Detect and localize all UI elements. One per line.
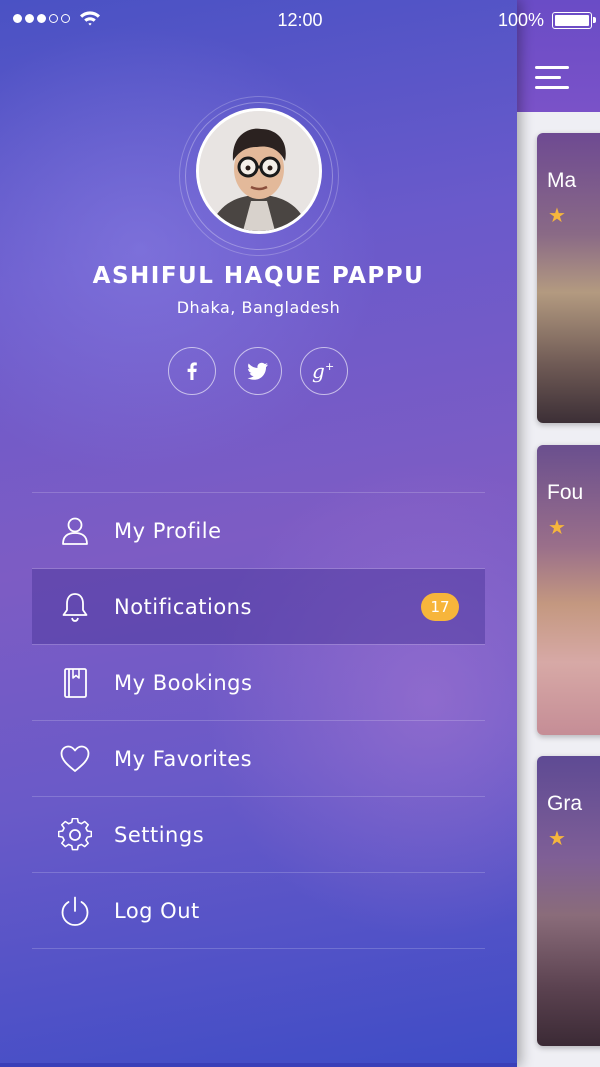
avatar[interactable] bbox=[196, 108, 322, 234]
hotel-card-title: Ma bbox=[547, 169, 577, 192]
menu-item-my-bookings[interactable]: My Bookings bbox=[32, 645, 485, 720]
menu-item-label: My Bookings bbox=[114, 670, 253, 695]
bell-icon bbox=[62, 592, 88, 622]
menu-item-log-out[interactable]: Log Out bbox=[32, 873, 485, 948]
hotel-card-title: Gra bbox=[547, 792, 583, 815]
navigation-drawer: ASHIFUL HAQUE PAPPU Dhaka, Bangladesh g … bbox=[0, 0, 517, 1067]
hotel-card-title: Fou bbox=[547, 481, 584, 504]
menu-divider bbox=[32, 948, 485, 949]
svg-text:+: + bbox=[325, 360, 334, 373]
menu-item-settings[interactable]: Settings bbox=[32, 797, 485, 872]
user-icon bbox=[62, 517, 88, 545]
avatar-container bbox=[179, 96, 339, 256]
menu-item-notifications[interactable]: Notifications 17 bbox=[32, 569, 485, 644]
menu-item-label: Settings bbox=[114, 822, 205, 847]
twitter-button[interactable] bbox=[234, 347, 282, 395]
star-icon: ★ bbox=[548, 515, 566, 539]
drawer-menu: My Profile Notifications 17 My Bookings bbox=[32, 492, 485, 949]
hotel-card[interactable]: Fou ★ bbox=[537, 445, 600, 735]
hamburger-menu-icon[interactable] bbox=[535, 66, 569, 90]
heart-icon bbox=[60, 745, 90, 772]
menu-item-label: Log Out bbox=[114, 898, 200, 923]
hotel-card[interactable]: Ma ★ bbox=[537, 133, 600, 423]
user-name: ASHIFUL HAQUE PAPPU bbox=[92, 263, 425, 289]
notification-count-badge: 17 bbox=[421, 592, 459, 621]
user-location: Dhaka, Bangladesh bbox=[176, 298, 341, 317]
star-icon: ★ bbox=[548, 826, 566, 850]
menu-item-my-favorites[interactable]: My Favorites bbox=[32, 721, 485, 796]
menu-item-label: My Profile bbox=[114, 518, 222, 543]
facebook-button[interactable] bbox=[168, 347, 216, 395]
hotel-card[interactable]: Gra ★ bbox=[537, 756, 600, 1046]
menu-item-label: Notifications bbox=[114, 594, 252, 619]
star-icon: ★ bbox=[548, 203, 566, 227]
google-plus-button[interactable]: g + bbox=[300, 347, 348, 395]
menu-item-label: My Favorites bbox=[114, 746, 253, 771]
avatar-portrait-icon bbox=[199, 111, 319, 231]
gear-icon bbox=[58, 817, 92, 850]
google-plus-icon: g + bbox=[312, 359, 334, 383]
twitter-icon bbox=[247, 362, 268, 380]
status-bar: 12:00 100% bbox=[0, 0, 600, 40]
power-icon bbox=[61, 896, 89, 926]
hotel-list-panel: Ma ★ Fou ★ Gra ★ bbox=[517, 0, 600, 1067]
svg-text:g: g bbox=[312, 359, 325, 383]
menu-item-my-profile[interactable]: My Profile bbox=[32, 493, 485, 568]
facebook-icon bbox=[187, 362, 197, 380]
battery-percentage: 100% bbox=[497, 10, 544, 30]
drawer-bottom-edge bbox=[0, 1063, 517, 1067]
book-icon bbox=[64, 667, 87, 698]
battery-icon bbox=[552, 12, 596, 29]
